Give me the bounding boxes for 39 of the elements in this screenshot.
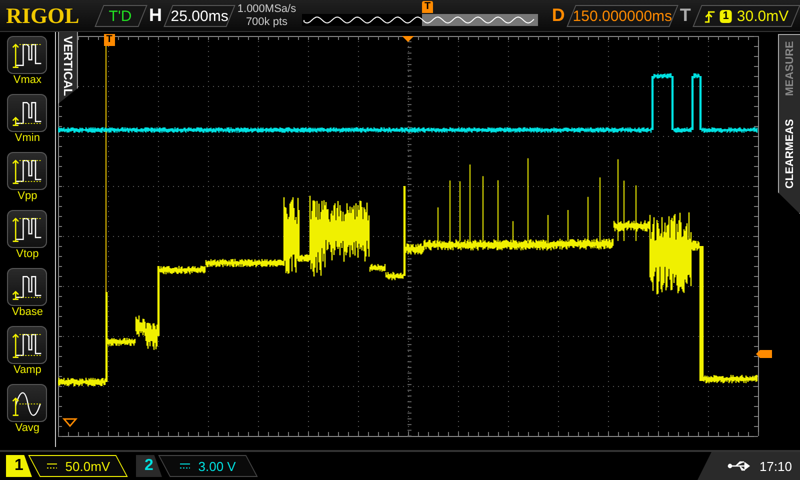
trigger-marker: T: [104, 34, 115, 46]
measure-item[interactable]: Vtop: [0, 210, 55, 266]
measure-item[interactable]: Vpp: [0, 152, 55, 208]
trigger-position-marker: T: [422, 0, 434, 12]
brand-logo: RIGOL: [5, 2, 80, 30]
measurement-icon: [7, 326, 48, 364]
offset-marker-icon: [62, 418, 78, 428]
measure-item[interactable]: Vamp: [0, 326, 55, 382]
delay-label: D: [552, 5, 565, 26]
run-status[interactable]: T'D: [94, 4, 148, 26]
measure-label: MEASURE: [784, 41, 796, 96]
measurement-icon: [7, 36, 48, 74]
trigger-level-icon: [756, 350, 772, 358]
measure-item[interactable]: Vavg: [0, 384, 55, 440]
measurement-icon: [7, 152, 48, 190]
sample-rate: 1.000MSa/s: [237, 2, 296, 16]
measure-item[interactable]: Vbase: [0, 268, 55, 324]
horizontal-label: H: [148, 5, 162, 26]
measurement-icon: [7, 210, 48, 248]
measurement-icon: [7, 268, 48, 306]
clear-measure-label[interactable]: CLEARMEAS: [784, 119, 796, 189]
trigger-label: T: [680, 5, 691, 26]
measurement-icon: [7, 94, 48, 132]
measure-item[interactable]: Vmin: [0, 94, 55, 150]
measure-tab[interactable]: MEASURE CLEARMEAS: [778, 34, 800, 214]
vertical-tab[interactable]: VERTICAL: [58, 32, 78, 104]
delay-marker-icon: [402, 36, 414, 42]
dc-coupling-icon: [180, 463, 190, 469]
trigger-level: 30.0mV: [736, 7, 788, 24]
dc-coupling-icon: [46, 463, 57, 469]
measure-item[interactable]: Vmax: [0, 36, 55, 92]
rising-edge-icon: [704, 8, 715, 22]
timebase-value[interactable]: 25.00ms: [164, 4, 236, 26]
delay-value[interactable]: 150.000000ms: [566, 4, 678, 26]
trigger-source: 1: [720, 9, 732, 22]
memory-depth: 700k pts: [244, 16, 289, 28]
clock-time: 17:10: [759, 458, 792, 474]
measurement-icon: [7, 384, 48, 422]
trigger-setting[interactable]: 1 30.0mV: [692, 4, 800, 26]
